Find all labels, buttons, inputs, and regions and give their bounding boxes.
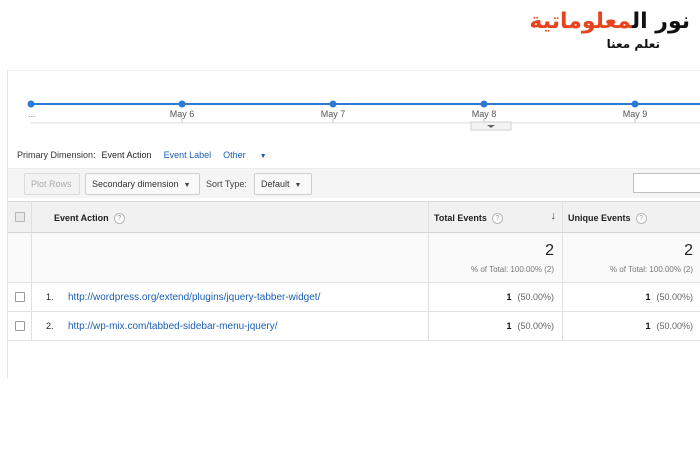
dimension-other[interactable]: Other ▼ (223, 150, 278, 160)
events-table: Event Action? Total Events? ↓ Unique Eve… (8, 201, 700, 341)
dimension-event-action[interactable]: Event Action (102, 150, 152, 160)
row-total-value: 1 (50.00%) (506, 292, 554, 302)
timeline-point (480, 100, 488, 108)
timeline-point (27, 100, 35, 108)
row-action-cell: 2. http://wp-mix.com/tabbed-sidebar-menu… (32, 312, 429, 340)
row-unique-number: 1 (645, 321, 651, 331)
row-total-cell: 1 (50.00%) (429, 312, 563, 340)
row-checkbox[interactable] (15, 292, 25, 302)
logo-title-part: نور ال (631, 9, 690, 34)
header-event-action-text: Event Action? (54, 213, 125, 225)
row-unique-number: 1 (645, 292, 651, 302)
secondary-dimension-label: Secondary dimension (92, 179, 179, 189)
row-event-action-link[interactable]: http://wp-mix.com/tabbed-sidebar-menu-jq… (68, 321, 278, 332)
help-icon[interactable]: ? (491, 213, 503, 225)
header-unique-events-text: Unique Events? (568, 213, 647, 225)
primary-dimension-bar: Primary Dimension: Event Action Event La… (17, 150, 291, 160)
summary-check-cell (8, 233, 32, 282)
row-total-value: 1 (50.00%) (506, 321, 554, 331)
row-index: 2. (46, 321, 54, 331)
row-checkbox[interactable] (15, 321, 25, 331)
help-icon[interactable]: ? (113, 213, 125, 225)
dimension-event-label[interactable]: Event Label (164, 150, 212, 160)
analytics-report-panel: ... May 6 May 7 May 8 May 9 Primary Dime… (7, 70, 700, 378)
table-row: 2. http://wp-mix.com/tabbed-sidebar-menu… (8, 312, 700, 341)
table-summary-row: 2 % of Total: 100.00% (2) 2 % of Total: … (8, 233, 700, 283)
select-all-checkbox[interactable] (15, 212, 25, 222)
row-total-percent: (50.00%) (517, 321, 554, 331)
table-search-input[interactable] (633, 173, 700, 193)
row-total-cell: 1 (50.00%) (429, 283, 563, 311)
header-total-events-text: Total Events? (434, 213, 503, 225)
site-logo: نور المعلوماتية تعلم معنا (529, 8, 690, 52)
timeline-point (178, 100, 186, 108)
header-total-events[interactable]: Total Events? ↓ (429, 202, 563, 232)
table-toolbar: Plot Rows Secondary dimension ▼ Sort Type… (8, 168, 700, 198)
row-checkbox-cell (8, 312, 32, 340)
plot-rows-button[interactable]: Plot Rows (24, 173, 80, 195)
logo-tagline: تعلم معنا (606, 37, 660, 51)
row-unique-percent: (50.00%) (656, 321, 693, 331)
summary-total-cell: 2 % of Total: 100.00% (2) (429, 233, 563, 282)
header-event-action[interactable]: Event Action? (32, 202, 429, 232)
secondary-dimension-dropdown[interactable]: Secondary dimension ▼ (85, 173, 200, 195)
summary-unique-value: 2 (684, 242, 693, 259)
timeline-date-label: May 8 (471, 109, 497, 119)
timeline-point (631, 100, 639, 108)
timeline-leading-dots: ... (28, 109, 36, 119)
row-unique-cell: 1 (50.00%) (563, 283, 700, 311)
row-unique-cell: 1 (50.00%) (563, 312, 700, 340)
row-total-number: 1 (506, 321, 512, 331)
summary-total-percent: % of Total: 100.00% (2) (470, 265, 554, 274)
caret-down-icon: ▼ (294, 182, 302, 189)
help-icon[interactable]: ? (635, 213, 647, 225)
sort-type-value: Default (261, 179, 290, 189)
dimension-other-label: Other (223, 150, 246, 160)
table-header-row: Event Action? Total Events? ↓ Unique Eve… (8, 201, 700, 233)
summary-unique-percent: % of Total: 100.00% (2) (609, 265, 693, 274)
row-unique-percent: (50.00%) (656, 292, 693, 302)
row-checkbox-cell (8, 283, 32, 311)
sort-type-dropdown[interactable]: Default ▼ (254, 173, 312, 195)
row-unique-value: 1 (50.00%) (645, 321, 693, 331)
header-unique-events[interactable]: Unique Events? (563, 202, 700, 232)
timeline-chart: ... May 6 May 7 May 8 May 9 (8, 71, 700, 133)
caret-down-icon: ▼ (183, 182, 191, 189)
timeline-svg (27, 100, 700, 131)
header-checkbox-cell (8, 202, 32, 232)
summary-action-cell (32, 233, 429, 282)
sort-descending-icon[interactable]: ↓ (551, 210, 557, 222)
row-index: 1. (46, 292, 54, 302)
row-total-percent: (50.00%) (517, 292, 554, 302)
sort-type-label: Sort Type: (206, 179, 247, 189)
timeline-date-label: May 6 (169, 109, 195, 119)
timeline-date-label: May 9 (622, 109, 648, 119)
row-unique-value: 1 (50.00%) (645, 292, 693, 302)
logo-title-accent: معلوماتية (529, 9, 632, 34)
summary-unique-cell: 2 % of Total: 100.00% (2) (563, 233, 700, 282)
header-total-events-label: Total Events (434, 213, 487, 223)
row-event-action-link[interactable]: http://wordpress.org/extend/plugins/jque… (68, 292, 320, 303)
primary-dimension-label: Primary Dimension: (17, 150, 96, 160)
row-total-number: 1 (506, 292, 512, 302)
caret-down-icon: ▼ (259, 153, 267, 160)
timeline-point (329, 100, 337, 108)
logo-title: نور المعلوماتية (529, 8, 690, 36)
table-row: 1. http://wordpress.org/extend/plugins/j… (8, 283, 700, 312)
summary-total-value: 2 (545, 242, 554, 259)
header-event-action-label: Event Action (54, 213, 109, 223)
timeline-date-label: May 7 (320, 109, 346, 119)
row-action-cell: 1. http://wordpress.org/extend/plugins/j… (32, 283, 429, 311)
header-unique-events-label: Unique Events (568, 213, 631, 223)
